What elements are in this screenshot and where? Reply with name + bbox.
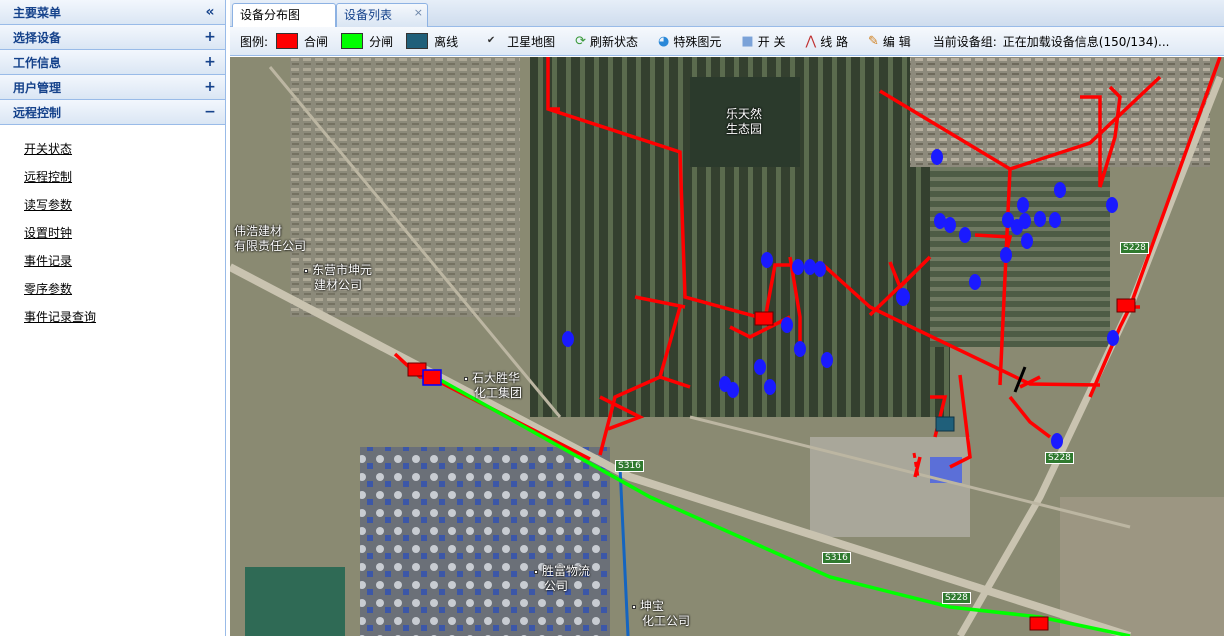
- map-label-text: 东营市坤元: [312, 263, 373, 277]
- link-read-write-params[interactable]: 读写参数: [24, 191, 225, 219]
- remote-control-panel: 开关状态 远程控制 读写参数 设置时钟 事件记录 零序参数 事件记录查询: [0, 125, 225, 331]
- collapse-icon[interactable]: «: [203, 4, 217, 20]
- line-icon: ⋀: [805, 33, 817, 49]
- map-village: [910, 57, 1210, 167]
- toolbar: 图例: 合闸 分闸 离线 ✔ 卫星地图 ⟳ 刷新状态 ◕ 特殊图元 ■ 开 关 …: [230, 27, 1224, 56]
- expand-icon[interactable]: +: [203, 29, 217, 45]
- road-badge: S228: [1120, 242, 1149, 254]
- tab-bar: 设备分布图 设备列表 ×: [230, 0, 1224, 27]
- map-label: 建材公司: [314, 278, 363, 292]
- pencil-icon: ✎: [868, 33, 879, 49]
- map-label: 有限责任公司: [234, 239, 307, 253]
- special-element-button[interactable]: ◕ 特殊图元: [658, 33, 721, 50]
- road-badge: S228: [942, 592, 971, 604]
- refresh-status-button[interactable]: ⟳ 刷新状态: [575, 33, 638, 50]
- device-group-label: 当前设备组:: [932, 34, 997, 49]
- map-label: 化工集团: [474, 386, 523, 400]
- link-event-record-query[interactable]: 事件记录查询: [24, 303, 225, 331]
- expand-icon[interactable]: +: [203, 54, 217, 70]
- poi-marker-icon: [534, 569, 538, 574]
- menu-header-label: 远程控制: [13, 105, 62, 120]
- map-canvas[interactable]: [230, 57, 1224, 636]
- special-element-icon: ◕: [658, 33, 670, 49]
- edit-button[interactable]: ✎ 编 辑: [868, 33, 911, 50]
- link-switch-status[interactable]: 开关状态: [24, 135, 225, 163]
- map-label-text: 胜富物流: [542, 564, 591, 578]
- poi-marker-icon: [304, 268, 308, 273]
- road-badge: S316: [615, 460, 644, 472]
- menu-header-user-management[interactable]: 用户管理 +: [0, 75, 225, 100]
- satellite-map[interactable]: 乐天然 生态园 伟浩建材 有限责任公司 东营市坤元 建材公司 石大胜华 化工集团…: [230, 57, 1224, 636]
- switch-closed[interactable]: [422, 369, 442, 386]
- legend-closed-label: 合闸: [304, 34, 329, 49]
- menu-header-label: 主要菜单: [13, 5, 62, 20]
- legend-closed: 合闸: [276, 33, 328, 50]
- expand-icon[interactable]: +: [203, 79, 217, 95]
- switch-closed[interactable]: [1116, 298, 1136, 313]
- main-panel: 设备分布图 设备列表 × 图例: 合闸 分闸 离线 ✔ 卫星地图 ⟳ 刷新状态 …: [230, 0, 1224, 636]
- switch-button[interactable]: ■ 开 关: [741, 33, 785, 50]
- legend-open: 分闸: [341, 33, 393, 50]
- button-label: 特殊图元: [673, 34, 722, 49]
- close-icon[interactable]: ×: [414, 2, 423, 24]
- map-label-text: 坤宝: [640, 599, 665, 613]
- poi-marker-icon: [464, 376, 468, 381]
- button-label: 开 关: [757, 34, 786, 49]
- menu-header-remote-control[interactable]: 远程控制 −: [0, 100, 225, 125]
- menu-header-main[interactable]: 主要菜单 «: [0, 0, 225, 25]
- legend-offline: 离线: [406, 33, 458, 50]
- button-label: 刷新状态: [590, 34, 639, 49]
- map-label-text: 石大胜华: [472, 371, 521, 385]
- map-label: 乐天然: [726, 107, 763, 121]
- road-badge: S228: [1045, 452, 1074, 464]
- link-set-clock[interactable]: 设置时钟: [24, 219, 225, 247]
- poi-marker-icon: [632, 604, 636, 609]
- tab-label: 设备分布图: [240, 8, 301, 22]
- map-label: 坤宝: [632, 599, 664, 614]
- map-label: 东营市坤元: [304, 263, 372, 278]
- map-label: 伟浩建材: [234, 224, 283, 238]
- switch-closed[interactable]: [1029, 616, 1049, 631]
- button-label: 线 路: [820, 34, 849, 49]
- legend-offline-label: 离线: [434, 34, 459, 49]
- link-zero-sequence-params[interactable]: 零序参数: [24, 275, 225, 303]
- collapse-section-icon[interactable]: −: [203, 104, 217, 120]
- menu-header-label: 用户管理: [13, 80, 62, 95]
- link-event-records[interactable]: 事件记录: [24, 247, 225, 275]
- map-sand-east: [1060, 497, 1224, 636]
- map-industrial-zone: [360, 447, 610, 636]
- map-label: 化工公司: [642, 614, 691, 628]
- switch-offline[interactable]: [935, 416, 955, 432]
- map-label: 公司: [544, 579, 569, 593]
- legend-open-label: 分闸: [369, 34, 394, 49]
- tab-label: 设备列表: [344, 8, 393, 22]
- link-remote-control[interactable]: 远程控制: [24, 163, 225, 191]
- map-label: 生态园: [726, 122, 763, 136]
- map-fields: [930, 147, 1110, 347]
- map-basin: [245, 567, 345, 636]
- sidebar: 主要菜单 « 选择设备 + 工作信息 + 用户管理 + 远程控制 − 开关状态 …: [0, 0, 226, 636]
- satellite-checkbox[interactable]: ✔: [485, 35, 497, 47]
- open-swatch-icon: [341, 33, 364, 49]
- switch-closed[interactable]: [754, 311, 774, 326]
- switch-icon: ■: [741, 33, 754, 49]
- tab-device-list[interactable]: 设备列表 ×: [336, 3, 428, 27]
- closed-swatch-icon: [276, 33, 299, 49]
- road-badge: S316: [822, 552, 851, 564]
- map-label: 石大胜华: [464, 371, 520, 386]
- line-button[interactable]: ⋀ 线 路: [806, 33, 849, 50]
- map-label: 胜富物流: [534, 564, 590, 579]
- menu-header-work-info[interactable]: 工作信息 +: [0, 50, 225, 75]
- tab-device-map[interactable]: 设备分布图: [232, 3, 336, 27]
- offline-swatch-icon: [406, 33, 429, 49]
- satellite-map-label: 卫星地图: [507, 34, 556, 49]
- menu-header-label: 工作信息: [13, 55, 62, 70]
- menu-header-label: 选择设备: [13, 30, 62, 45]
- refresh-icon: ⟳: [575, 33, 587, 49]
- legend-label: 图例:: [240, 34, 269, 49]
- device-group-status: 正在加载设备信息(150/134)...: [1002, 34, 1170, 49]
- menu-header-select-device[interactable]: 选择设备 +: [0, 25, 225, 50]
- button-label: 编 辑: [882, 34, 911, 49]
